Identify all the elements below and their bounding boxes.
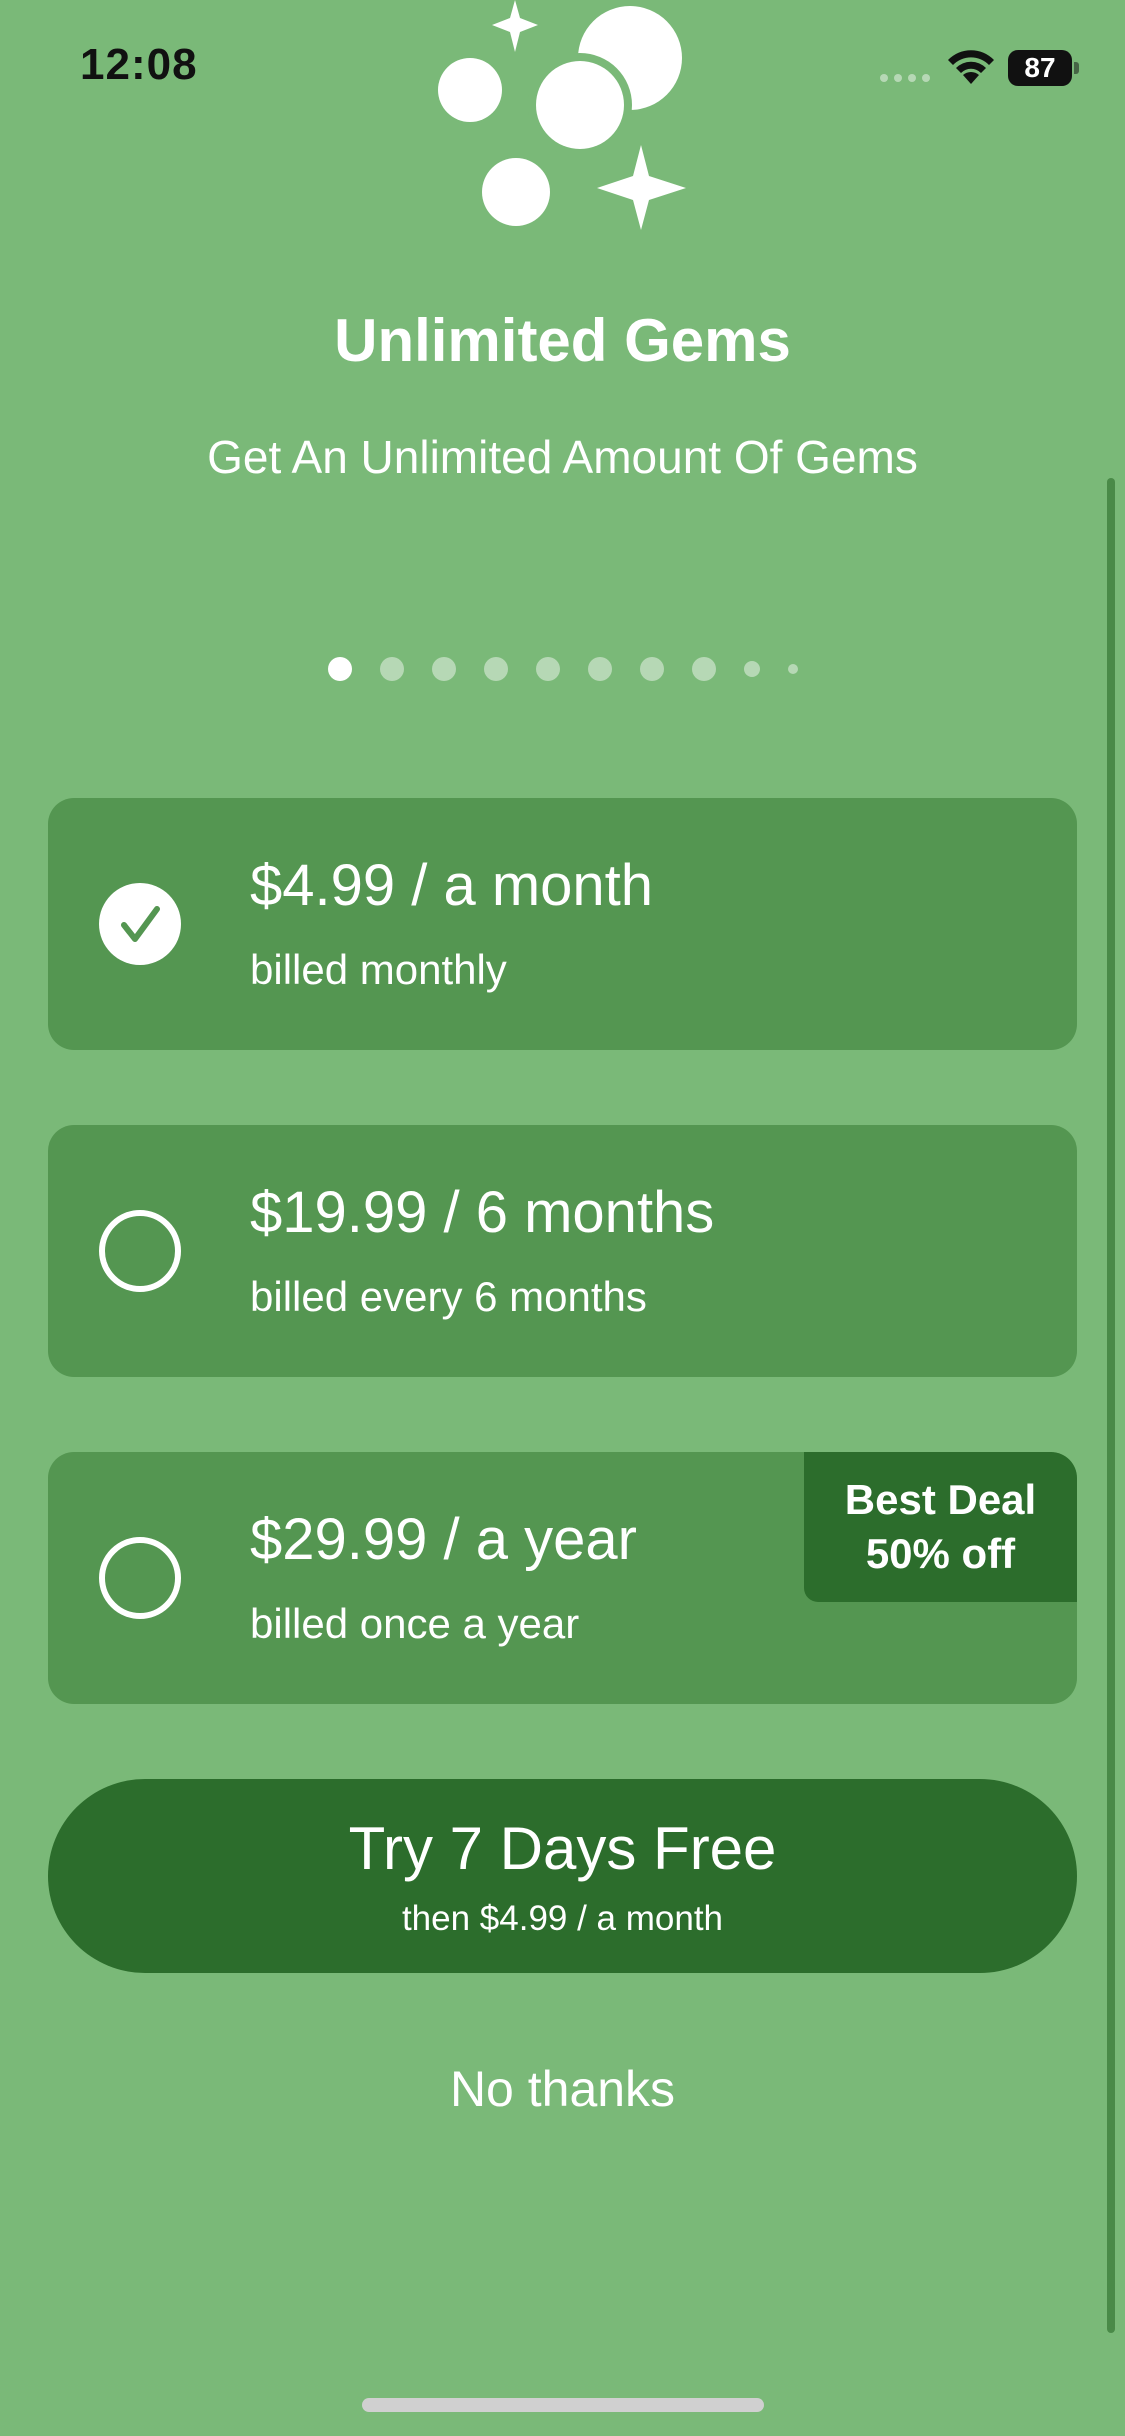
page-dot[interactable] <box>787 664 798 674</box>
checkmark-icon <box>121 906 160 942</box>
free-trial-button[interactable]: Try 7 Days Free then $4.99 / a month <box>48 1779 1077 1973</box>
plan-price: $29.99 / a year <box>250 1507 637 1572</box>
free-trial-label: Try 7 Days Free <box>348 1814 777 1882</box>
page-dot[interactable] <box>691 657 716 681</box>
page-dot[interactable] <box>535 657 560 681</box>
page-dot[interactable] <box>327 657 352 681</box>
page-dot[interactable] <box>587 657 612 681</box>
no-thanks-button[interactable]: No thanks <box>0 2060 1125 2118</box>
plan-option-yearly[interactable]: $29.99 / a year billed once a year Best … <box>48 1452 1077 1704</box>
battery-cap <box>1074 62 1079 74</box>
page-dot[interactable] <box>743 661 760 677</box>
sparkle-gems-icon <box>438 0 686 230</box>
battery-icon: 87 <box>1008 50 1072 86</box>
cellular-signal-icon <box>880 74 930 82</box>
status-time: 12:08 <box>80 40 198 89</box>
battery-level: 87 <box>1024 52 1056 83</box>
page-subtitle: Get An Unlimited Amount Of Gems <box>207 431 918 483</box>
page-dot[interactable] <box>483 657 508 681</box>
best-deal-badge: Best Deal 50% off <box>804 1452 1077 1602</box>
page-dot[interactable] <box>639 657 664 681</box>
page-title: Unlimited Gems <box>334 307 791 374</box>
plan-option-monthly[interactable]: $4.99 / a month billed monthly <box>48 798 1077 1050</box>
plan-price: $19.99 / 6 months <box>250 1180 715 1245</box>
radio-circle-icon[interactable] <box>99 1537 181 1619</box>
badge-line-1: Best Deal <box>844 1476 1037 1523</box>
home-indicator[interactable] <box>362 2398 764 2412</box>
wifi-icon <box>948 50 994 84</box>
plan-option-6-months[interactable]: $19.99 / 6 months billed every 6 months <box>48 1125 1077 1377</box>
plan-billing: billed monthly <box>250 946 507 993</box>
selected-check-icon[interactable] <box>99 883 181 965</box>
free-trial-sublabel: then $4.99 / a month <box>401 1898 724 1938</box>
page-indicator[interactable] <box>0 656 1125 682</box>
scrollbar[interactable] <box>1107 478 1115 2333</box>
plan-billing: billed once a year <box>250 1600 580 1647</box>
plan-billing: billed every 6 months <box>250 1273 647 1320</box>
page-dot[interactable] <box>379 657 404 681</box>
plan-price: $4.99 / a month <box>250 853 654 918</box>
badge-line-2: 50% off <box>865 1530 1016 1577</box>
radio-circle-icon[interactable] <box>99 1210 181 1292</box>
page-dot[interactable] <box>431 657 456 681</box>
